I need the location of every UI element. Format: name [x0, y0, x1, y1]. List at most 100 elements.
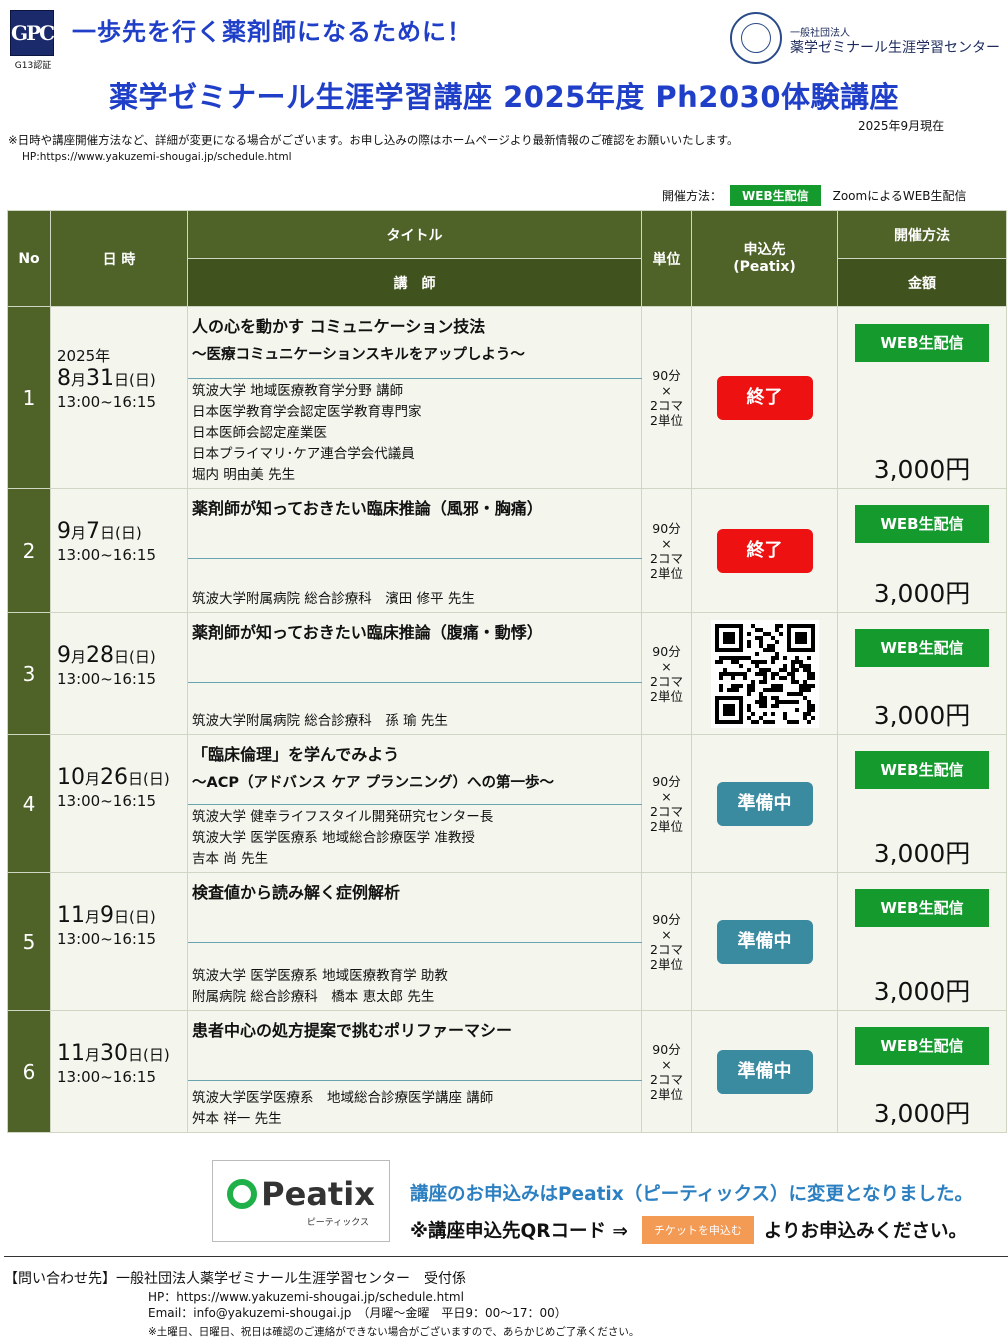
row-date: 9月28日(日) 13:00~16:15	[50, 612, 188, 735]
unit-line: ×	[661, 926, 672, 942]
row-weekday: 日(日)	[114, 908, 156, 926]
unit-line: 2単位	[650, 412, 683, 428]
unit-line: 2単位	[650, 688, 683, 704]
web-live-badge: WEB生配信	[855, 504, 989, 543]
as-of-date: 2025年9月現在	[858, 119, 945, 133]
row-weekday: 日(日)	[114, 648, 156, 666]
row-price: 3,000円	[837, 378, 1007, 489]
web-live-badge: WEB生配信	[855, 323, 989, 362]
schedule-table: No 日 時 タイトル 単位 申込先 (Peatix) 開催方法 講 師 金額 …	[7, 210, 1007, 1133]
table-row: 2 9月7日(日) 13:00~16:15 薬剤師が知っておきたい臨床推論（風邪・胸痛…	[7, 488, 1007, 613]
qr-code-icon[interactable]	[710, 619, 819, 728]
row-number: 6	[7, 1010, 51, 1133]
unit-line: 2コマ	[650, 397, 683, 413]
table-row: 6 11月30日(日) 13:00~16:15 患者中心の処方提案で挑むポリファーマシ…	[7, 1010, 1007, 1133]
row-number: 1	[7, 306, 51, 489]
footer-divider	[4, 1256, 1008, 1257]
lecturer-line: 堀内 明由美 先生	[192, 467, 296, 483]
row-title-cell: 検査値から読み解く症例解析	[187, 872, 642, 943]
row-time: 13:00~16:15	[57, 792, 157, 810]
lecturer-line: 筑波大学 医学医療系 地域総合診療医学 准教授	[192, 830, 475, 846]
unit-line: 90分	[652, 367, 681, 383]
row-apply: 準備中	[691, 734, 838, 873]
header-apply: 申込先 (Peatix)	[691, 210, 838, 307]
unit-line: 2コマ	[650, 550, 683, 566]
lecturer-line: 附属病院 総合診療科 橋本 恵太郎 先生	[192, 989, 435, 1005]
row-date: 2025年 8月31日(日) 13:00~16:15	[50, 306, 188, 489]
row-subtitle: ～ACP（アドバンス ケア プランニング）への第一歩～	[192, 775, 555, 791]
web-live-badge: WEB生配信	[855, 1026, 989, 1065]
row-price: 3,000円	[837, 942, 1007, 1011]
header-title: タイトル	[187, 210, 642, 259]
row-lecturer: 筑波大学附属病院 総合診療科 孫 瑜 先生	[187, 682, 642, 735]
page-title: 薬学ゼミナール生涯学習講座 2025年度 Ph2030体験講座	[108, 80, 900, 114]
row-month: 8	[57, 366, 71, 391]
unit-line: ×	[661, 788, 672, 804]
row-price: 3,000円	[837, 682, 1007, 735]
month-unit: 月	[85, 908, 101, 926]
row-time: 13:00~16:15	[57, 1068, 157, 1086]
row-title-cell: 薬剤師が知っておきたい臨床推論（風邪・胸痛）	[187, 488, 642, 559]
instruction-prefix: ※講座申込先QRコード ⇒	[410, 1221, 628, 1242]
row-method: WEB生配信	[837, 488, 1007, 559]
unit-line: 90分	[652, 773, 681, 789]
instruction-suffix: よりお申込みください。	[763, 1221, 968, 1242]
contact-email[interactable]: Email：info@yakuzemi-shougai.jp （月曜～金曜 平日…	[148, 1304, 567, 1321]
header-price: 金額	[837, 258, 1007, 307]
unit-line: 2単位	[650, 818, 683, 834]
row-lecturer: 筑波大学 健幸ライフスタイル開発研究センター長 筑波大学 医学医療系 地域総合診療…	[187, 804, 642, 873]
row-number: 2	[7, 488, 51, 613]
row-month: 9	[57, 519, 71, 544]
contact-title: 【問い合わせ先】一般社団法人薬学ゼミナール生涯学習センター 受付係	[4, 1271, 466, 1287]
peatix-logo-box: Peatix ピーティックス	[212, 1160, 390, 1242]
peatix-p-icon	[227, 1178, 258, 1209]
homepage-url[interactable]: HP:https://www.yakuzemi-shougai.jp/sched…	[22, 151, 292, 163]
row-date: 9月7日(日) 13:00~16:15	[50, 488, 188, 613]
table-row: 3 9月28日(日) 13:00~16:15 薬剤師が知っておきたい臨床推論（腹痛・動…	[7, 612, 1007, 735]
apply-status-button[interactable]: 終了	[716, 528, 813, 573]
row-time: 13:00~16:15	[57, 393, 157, 411]
row-time: 13:00~16:15	[57, 546, 157, 564]
unit-line: 90分	[652, 1041, 681, 1057]
lecturer-line: 筑波大学 地域医療教育学分野 講師	[192, 383, 404, 399]
row-method: WEB生配信	[837, 872, 1007, 943]
row-month: 10	[57, 765, 85, 790]
row-year: 2025年	[57, 347, 111, 365]
row-method: WEB生配信	[837, 734, 1007, 805]
row-unit: 90分 × 2コマ 2単位	[641, 488, 692, 613]
row-unit: 90分 × 2コマ 2単位	[641, 612, 692, 735]
apply-status-button[interactable]: 終了	[716, 375, 813, 420]
header-date: 日 時	[50, 210, 188, 307]
org-seal-icon	[730, 12, 782, 64]
row-lecturer: 筑波大学 地域医療教育学分野 講師 日本医学教育学会認定医学教育専門家 日本医師会認…	[187, 378, 642, 489]
unit-line: ×	[661, 1056, 672, 1072]
table-row: 4 10月26日(日) 13:00~16:15 「臨床倫理」を学んでみよう ～ACP（ア…	[7, 734, 1007, 873]
row-method: WEB生配信	[837, 306, 1007, 379]
logo-caption: G13認証	[14, 61, 52, 71]
row-apply: 終了	[691, 488, 838, 613]
lecturer-line: 筑波大学医学医療系 地域総合診療医学講座 講師	[192, 1090, 494, 1106]
month-unit: 月	[85, 770, 101, 788]
apply-status-button[interactable]: 準備中	[716, 919, 813, 964]
row-title-cell: 人の心を動かす コミュニケーション技法 ～医療コミュニケーションスキルをアップしよ…	[187, 306, 642, 379]
apply-status-button[interactable]: 準備中	[716, 781, 813, 826]
row-unit: 90分 × 2コマ 2単位	[641, 306, 692, 489]
row-method: WEB生配信	[837, 1010, 1007, 1081]
month-unit: 月	[71, 371, 87, 389]
row-title: 薬剤師が知っておきたい臨床推論（腹痛・動悸）	[192, 623, 543, 642]
row-title-cell: 患者中心の処方提案で挑むポリファーマシー	[187, 1010, 642, 1081]
lecturer-line: 日本プライマリ･ケア連合学会代議員	[192, 446, 415, 462]
row-weekday: 日(日)	[114, 371, 156, 389]
unit-line: ×	[661, 535, 672, 551]
unit-line: 2コマ	[650, 803, 683, 819]
header-unit: 単位	[641, 210, 692, 307]
ticket-apply-button[interactable]: チケットを申込む	[641, 1216, 754, 1244]
contact-hp[interactable]: HP：https://www.yakuzemi-shougai.jp/sched…	[148, 1288, 464, 1305]
row-day: 30	[100, 1041, 129, 1066]
gpc-logo: GPC	[10, 10, 55, 56]
row-title-cell: 薬剤師が知っておきたい臨床推論（腹痛・動悸）	[187, 612, 642, 683]
unit-line: 2コマ	[650, 1071, 683, 1087]
unit-line: 2単位	[650, 565, 683, 581]
row-date: 11月9日(日) 13:00~16:15	[50, 872, 188, 1011]
apply-status-button[interactable]: 準備中	[716, 1049, 813, 1094]
